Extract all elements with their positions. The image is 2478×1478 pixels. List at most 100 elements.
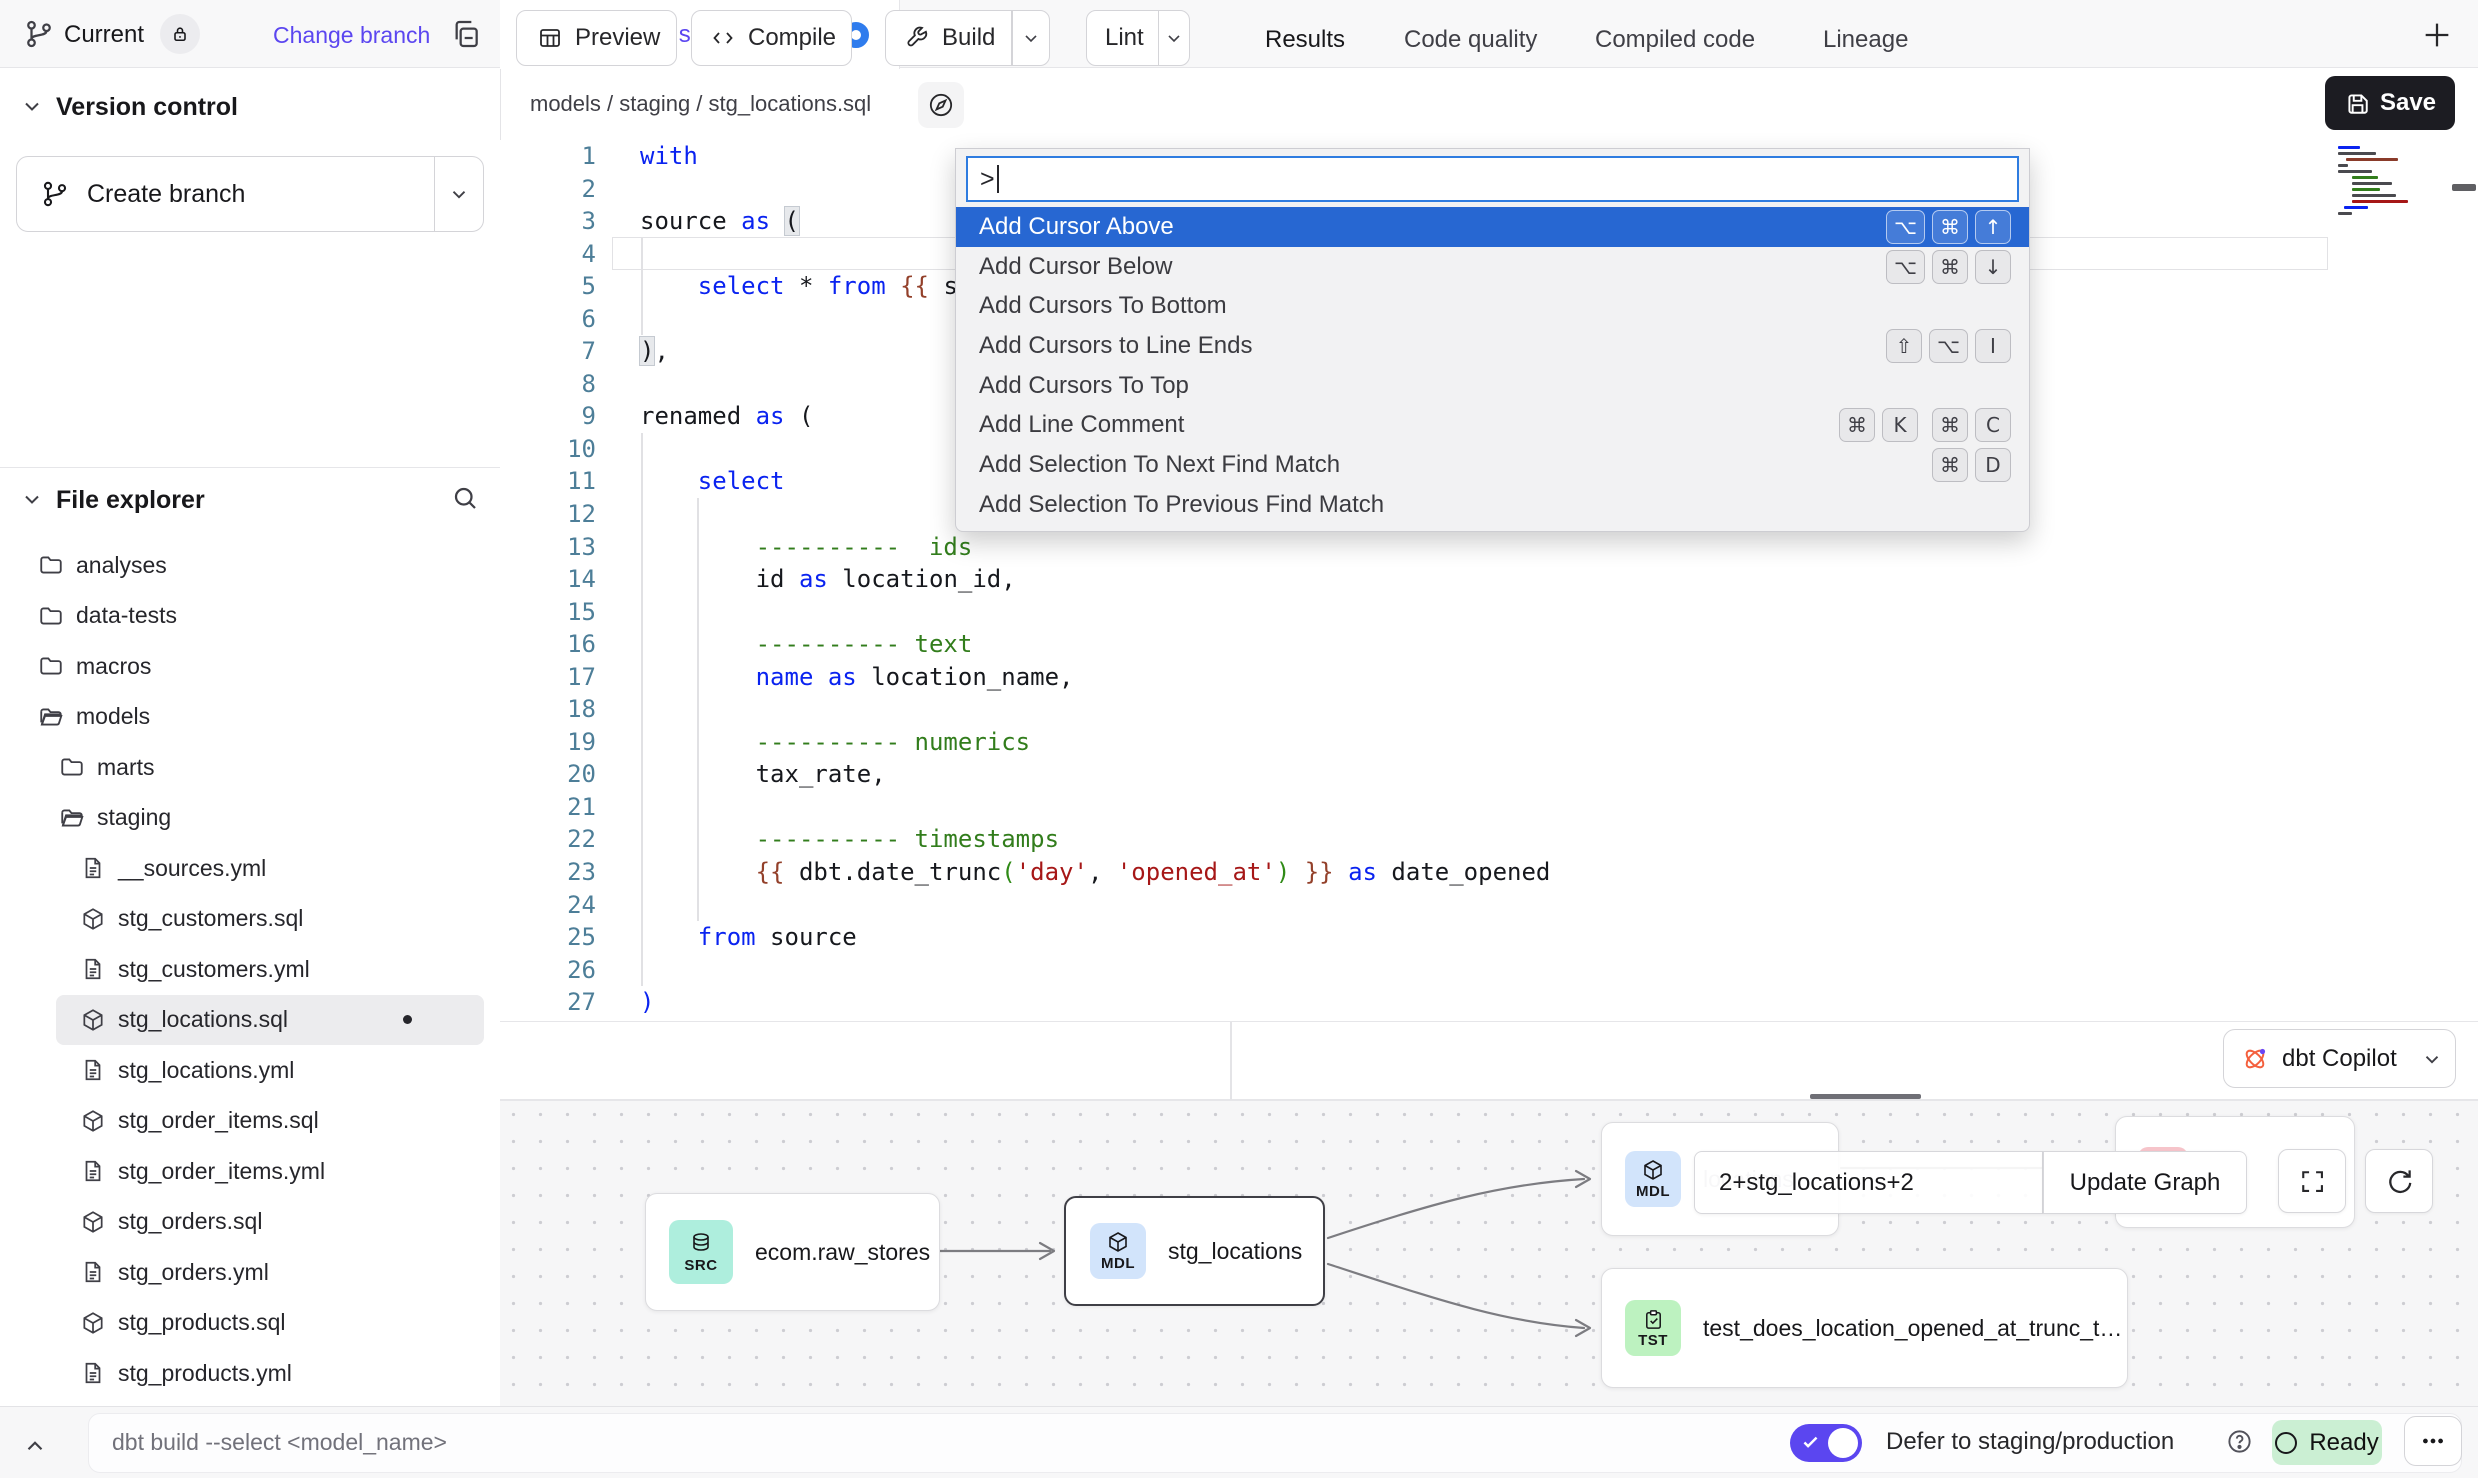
file-item-stg-customers-sql[interactable]: stg_customers.sql	[0, 894, 500, 945]
folder-icon	[38, 552, 64, 578]
indent-guide	[697, 498, 699, 921]
line-number: 17	[500, 661, 640, 694]
line-code: ---------- numerics	[640, 726, 1030, 759]
file-item-stg-products-yml[interactable]: stg_products.yml	[0, 1348, 500, 1399]
line-number: 4	[500, 238, 640, 271]
editor-line-23[interactable]: 23 {{ dbt.date_trunc('day', 'opened_at')…	[500, 856, 2478, 889]
check-icon	[1802, 1435, 1819, 1450]
editor-line-20[interactable]: 20 tax_rate,	[500, 758, 2478, 791]
file-name: stg_orders.yml	[118, 1259, 269, 1286]
editor-line-26[interactable]: 26	[500, 954, 2478, 987]
tab-compiled-code[interactable]: Compiled code	[1595, 0, 1755, 79]
lint-dropdown-chevron-icon[interactable]	[1159, 28, 1189, 48]
file-item-stg-customers-yml[interactable]: stg_customers.yml	[0, 944, 500, 995]
palette-item-add-cursors-to-bottom[interactable]: Add Cursors To Bottom	[956, 286, 2030, 326]
chevron-up-icon[interactable]	[22, 1433, 48, 1459]
compile-button[interactable]: Compile	[691, 10, 852, 66]
ready-status-badge[interactable]: Ready	[2272, 1420, 2382, 1465]
keycap: ↓	[1975, 250, 2011, 284]
search-icon[interactable]	[450, 483, 480, 513]
file-name: stg_order_items.yml	[118, 1158, 325, 1185]
command-palette-input[interactable]: >	[966, 156, 2019, 202]
editor-line-19[interactable]: 19 ---------- numerics	[500, 726, 2478, 759]
fullscreen-button[interactable]	[2278, 1149, 2346, 1213]
lineage-node-ecom-raw-stores[interactable]: SRC ecom.raw_stores	[645, 1193, 940, 1311]
file-item-stg-locations-sql[interactable]: stg_locations.sql	[56, 995, 484, 1046]
line-number: 12	[500, 498, 640, 531]
compass-icon[interactable]	[918, 82, 964, 128]
file-item-macros[interactable]: macros	[0, 641, 500, 692]
file-item--sources-yml[interactable]: __sources.yml	[0, 843, 500, 894]
editor-line-15[interactable]: 15	[500, 596, 2478, 629]
lint-button[interactable]: Lint	[1086, 10, 1190, 66]
editor-line-27[interactable]: 27)	[500, 986, 2478, 1019]
file-item-models[interactable]: models	[0, 692, 500, 743]
file-item-data-tests[interactable]: data-tests	[0, 591, 500, 642]
fullscreen-icon	[2298, 1167, 2326, 1195]
lineage-selector-input[interactable]: 2+stg_locations+2	[1694, 1151, 2043, 1214]
version-control-chevron-icon[interactable]	[20, 94, 44, 118]
editor-line-16[interactable]: 16 ---------- text	[500, 628, 2478, 661]
palette-item-add-selection-to-previous-find-match[interactable]: Add Selection To Previous Find Match	[956, 485, 2030, 525]
tab-lineage[interactable]: Lineage	[1823, 0, 1908, 79]
save-button[interactable]: Save	[2325, 76, 2455, 130]
update-graph-button[interactable]: Update Graph	[2043, 1151, 2247, 1214]
palette-item-add-cursor-below[interactable]: Add Cursor Below⌥⌘↓	[956, 247, 2030, 287]
file-name: data-tests	[76, 602, 177, 629]
editor-line-14[interactable]: 14 id as location_id,	[500, 563, 2478, 596]
palette-item-add-line-comment[interactable]: Add Line Comment⌘K⌘C	[956, 405, 2030, 445]
copy-icon[interactable]	[450, 18, 482, 50]
tab-results[interactable]: Results	[1265, 0, 1345, 79]
more-options-button[interactable]	[2404, 1416, 2462, 1466]
file-item-stg-products-sql[interactable]: stg_products.sql	[0, 1298, 500, 1349]
new-tab-button[interactable]	[2420, 18, 2454, 52]
file-name: stg_order_items.sql	[118, 1107, 319, 1134]
dbt-copilot-button[interactable]: dbt Copilot	[2223, 1029, 2456, 1088]
dbt-ide-window: Current Change branch Version control Cr…	[0, 0, 2478, 1478]
file-item-stg-order-items-sql[interactable]: stg_order_items.sql	[0, 1096, 500, 1147]
file-item-stg-order-items-yml[interactable]: stg_order_items.yml	[0, 1146, 500, 1197]
file-item-analyses[interactable]: analyses	[0, 540, 500, 591]
defer-toggle[interactable]	[1790, 1424, 1862, 1462]
editor-line-18[interactable]: 18	[500, 693, 2478, 726]
lineage-node-test[interactable]: TST test_does_location_opened_at_trunc_t…	[1601, 1268, 2128, 1388]
minimap[interactable]	[2338, 146, 2416, 218]
palette-item-label: Add Cursors To Bottom	[979, 292, 1227, 320]
editor-line-21[interactable]: 21	[500, 791, 2478, 824]
file-explorer-chevron-icon[interactable]	[20, 487, 44, 511]
file-item-marts[interactable]: marts	[0, 742, 500, 793]
refresh-button[interactable]	[2365, 1149, 2433, 1213]
file-name: stg_customers.yml	[118, 956, 310, 983]
help-icon[interactable]	[2226, 1428, 2253, 1455]
node-label: ecom.raw_stores	[755, 1239, 930, 1266]
palette-item-add-selection-to-next-find-match[interactable]: Add Selection To Next Find Match⌘D	[956, 445, 2030, 485]
editor-line-25[interactable]: 25 from source	[500, 921, 2478, 954]
create-branch-button[interactable]: Create branch	[16, 156, 484, 232]
create-branch-label: Create branch	[87, 180, 245, 209]
preview-button[interactable]: Preview	[516, 10, 677, 66]
palette-item-add-cursors-to-top[interactable]: Add Cursors To Top	[956, 366, 2030, 406]
line-number: 11	[500, 465, 640, 498]
file-item-stg-locations-yml[interactable]: stg_locations.yml	[0, 1045, 500, 1096]
tab-code-quality[interactable]: Code quality	[1404, 0, 1537, 79]
build-dropdown-chevron-icon[interactable]	[1013, 28, 1049, 48]
editor-line-13[interactable]: 13 ---------- ids	[500, 531, 2478, 564]
git-branch-icon	[41, 180, 69, 208]
palette-item-add-cursors-to-line-ends[interactable]: Add Cursors to Line Ends⇧⌥I	[956, 326, 2030, 366]
editor-line-22[interactable]: 22 ---------- timestamps	[500, 823, 2478, 856]
line-code: ),	[640, 335, 669, 368]
status-ring-icon	[2275, 1432, 2297, 1454]
build-button[interactable]: Build	[885, 10, 1050, 66]
editor-line-17[interactable]: 17 name as location_name,	[500, 661, 2478, 694]
file-item-stg-orders-yml[interactable]: stg_orders.yml	[0, 1247, 500, 1298]
file-item-stg-orders-sql[interactable]: stg_orders.sql	[0, 1197, 500, 1248]
editor-line-24[interactable]: 24	[500, 889, 2478, 922]
create-branch-dropdown-chevron-icon[interactable]	[435, 183, 483, 205]
file-name: analyses	[76, 552, 167, 579]
file-item-staging[interactable]: staging	[0, 793, 500, 844]
line-number: 24	[500, 889, 640, 922]
lineage-node-stg-locations[interactable]: MDL stg_locations	[1064, 1196, 1325, 1306]
change-branch-link[interactable]: Change branch	[273, 22, 430, 49]
scrollbar-thumb[interactable]	[2452, 184, 2476, 191]
palette-item-add-cursor-above[interactable]: Add Cursor Above⌥⌘↑	[956, 207, 2030, 247]
